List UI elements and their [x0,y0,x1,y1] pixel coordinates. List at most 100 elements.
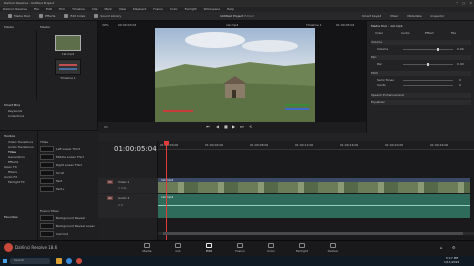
track-header-a1[interactable]: A1 Audio 1 2.0 [98,194,158,218]
close-button[interactable]: ✕ [469,1,472,5]
page-deliver[interactable]: Deliver [322,243,344,255]
title-item[interactable]: Middle Lower Third [56,155,84,159]
loop-button[interactable]: ⟲ [249,124,252,129]
menu-item[interactable]: Trim [59,7,65,11]
category-filters[interactable]: Filters [8,170,17,174]
page-fusion[interactable]: Fusion [229,243,251,255]
category-generators[interactable]: Generators [8,155,25,159]
settings-gear-icon[interactable]: ⚙ [452,245,456,250]
play-reverse-button[interactable]: ◀ [216,124,219,129]
skip-forward-button[interactable]: ⏭ [240,124,244,129]
viewer-zoom[interactable]: 39% [102,23,109,27]
metadata-button[interactable]: Metadata [407,14,421,18]
menu-item[interactable]: DaVinci Resolve [3,7,27,11]
menu-item[interactable]: Timeline [72,7,85,11]
section-equalizer[interactable]: Equalizer [371,100,471,105]
category-titles[interactable]: Titles [8,150,16,154]
title-item[interactable]: Text+ [56,187,65,191]
title-item[interactable]: Right Lower Third [56,163,82,167]
ruler-mark: 01:00:12:00 [295,143,314,147]
category-fairlight-fx[interactable]: Fairlight FX [8,180,25,184]
minimize-button[interactable]: ─ [456,1,458,5]
record-timecode: 01:00:05:04 [336,23,355,27]
menu-item[interactable]: File [34,7,39,11]
param-semitones-value[interactable]: 0 [459,78,461,82]
fusion-title-item[interactable]: Background Reveal Lower [56,224,95,228]
menu-item[interactable]: Color [170,7,178,11]
audio-clip[interactable]: 1st.mp4 [158,194,470,218]
menu-item[interactable]: Playback [133,7,146,11]
timeline-scroll-thumb[interactable] [163,232,463,235]
page-media[interactable]: Media [136,243,158,255]
skip-back-button[interactable]: ⏮ [206,124,210,129]
category-audio-fx[interactable]: Audio FX [4,175,17,179]
timeline-scrollbar[interactable] [158,232,474,235]
taskbar-search-input[interactable]: Search [10,258,50,264]
param-cents-value[interactable]: 0 [459,83,461,87]
section-pan[interactable]: Pan [371,55,471,60]
menu-item[interactable]: Edit [46,7,52,11]
menu-item[interactable]: Workspace [204,7,220,11]
tab-audio[interactable]: Audio [401,31,410,35]
play-button[interactable]: ▶ [232,124,235,129]
title-item[interactable]: Text [56,179,62,183]
category-audio-transitions[interactable]: Audio Transitions [8,145,34,149]
volume-slider[interactable] [403,49,453,50]
title-item[interactable]: Scroll [56,171,64,175]
pan-slider-knob[interactable] [427,63,429,66]
timeline-thumbnail[interactable] [55,59,81,75]
viewer-options-icon[interactable]: ▭ [104,124,108,129]
cents-slider[interactable] [403,85,453,86]
semitones-slider[interactable] [403,80,453,81]
page-edit[interactable]: Edit [198,243,220,255]
tab-effect[interactable]: Effect [425,31,434,35]
mixer-button[interactable]: Mixer [390,14,398,18]
section-volume[interactable]: Volume [371,40,471,45]
browser-icon[interactable] [66,258,72,264]
file-explorer-icon[interactable] [56,258,62,264]
inspector-button[interactable]: Inspector [431,14,445,18]
category-open-fx[interactable]: Open FX [4,165,17,169]
page-color[interactable]: Color [260,243,282,255]
section-speech[interactable]: Speech Enhancement [371,93,471,98]
fusion-title-item[interactable]: Background Reveal [56,216,85,220]
menu-item[interactable]: Mark [104,7,111,11]
favorites-header[interactable]: Favorites [4,215,18,219]
tab-video[interactable]: Video [375,31,383,35]
stop-button[interactable]: ■ [224,124,228,129]
tab-file[interactable]: File [451,31,456,35]
volume-slider-knob[interactable] [437,48,439,51]
menu-item[interactable]: Clip [92,7,98,11]
maximize-button[interactable]: □ [462,1,465,5]
clip-thumbnail[interactable] [55,35,81,51]
timeline-ruler[interactable]: 01:00:00:00 01:00:04:00 01:00:08:00 01:0… [158,141,474,150]
viewer-timeline-name: Timeline 1 [306,23,322,27]
smart-keyed-button[interactable]: Smart Keyed [362,14,381,18]
smart-bin-collections[interactable]: Collections [8,114,24,118]
title-item[interactable]: Left Lower Third [56,147,80,151]
section-pitch[interactable]: Pitch [371,71,471,76]
toolbox-header[interactable]: Toolbox [4,134,15,138]
menu-item[interactable]: Fairlight [185,7,197,11]
page-cut[interactable]: Cut [167,243,189,255]
fusion-title-item[interactable]: Call Out [56,232,68,236]
bin-master[interactable]: Master [4,25,14,29]
param-pan-value[interactable]: 0.00 [457,62,464,66]
video-frame[interactable] [155,28,315,122]
menu-item[interactable]: View [119,7,126,11]
category-video-transitions[interactable]: Video Transitions [8,140,33,144]
param-volume-value[interactable]: 0.00 [457,47,464,51]
playhead-handle[interactable] [164,141,169,145]
playhead[interactable] [164,141,169,240]
menu-item[interactable]: Fusion [153,7,163,11]
resolve-taskbar-icon[interactable] [76,258,82,264]
track-header-v1[interactable]: V1 Video 1 1 Clip [98,178,158,193]
category-effects[interactable]: Effects [8,160,18,164]
smart-bin-keywords[interactable]: Keywords [8,109,22,113]
page-fairlight[interactable]: Fairlight [291,243,313,255]
taskbar-date[interactable]: 1/11/2024 [444,260,459,264]
start-button-icon[interactable] [3,259,7,263]
menu-item[interactable]: Help [227,7,234,11]
video-clip[interactable]: 1st.mp4 [158,178,470,193]
home-icon[interactable]: ⌂ [440,245,443,250]
